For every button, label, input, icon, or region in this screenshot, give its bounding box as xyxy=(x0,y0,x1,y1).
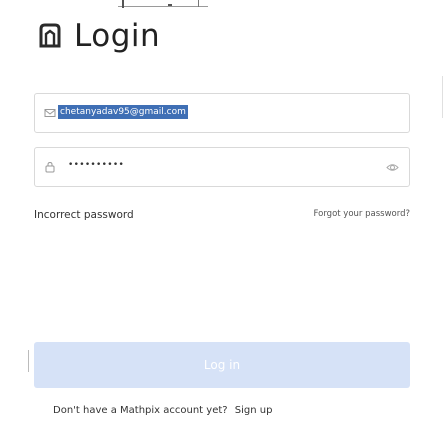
eye-icon[interactable] xyxy=(386,161,399,174)
error-message: Incorrect password xyxy=(34,209,134,221)
page-title: Login xyxy=(74,18,161,54)
page-header: Login xyxy=(36,18,160,54)
password-value: •••••••••• xyxy=(68,160,125,170)
signup-link[interactable]: Sign up xyxy=(235,405,273,416)
login-button[interactable]: Log in xyxy=(34,342,410,388)
email-field[interactable]: chetanyadav95@gmail.com xyxy=(34,93,410,133)
signup-prompt: Don't have a Mathpix account yet? xyxy=(53,405,228,416)
signup-prompt-row: Don't have a Mathpix account yet? Sign u… xyxy=(53,405,272,416)
email-value: chetanyadav95@gmail.com xyxy=(58,105,188,119)
lock-icon xyxy=(45,161,55,173)
left-edge-mark xyxy=(28,350,29,372)
forgot-password-link[interactable]: Forgot your password? xyxy=(314,209,410,219)
password-field[interactable]: •••••••••• xyxy=(34,147,410,187)
mathpix-logo-icon xyxy=(39,23,61,48)
login-page: Login chetanyadav95@gmail.com ••••••••••… xyxy=(0,0,447,448)
envelope-icon xyxy=(44,109,56,117)
top-edge-fragment xyxy=(118,0,208,8)
scrollbar-edge xyxy=(442,76,443,118)
